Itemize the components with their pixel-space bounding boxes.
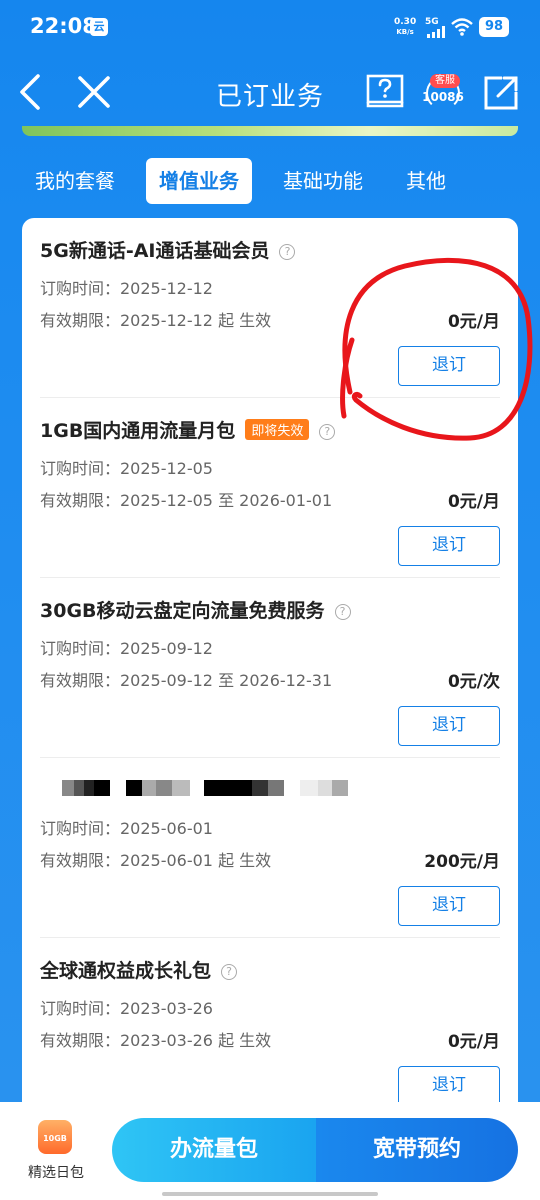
service-item: 全球通权益成长礼包? 订购时间：2023-03-26 有效期限：2023-03-…: [22, 938, 518, 1118]
service-title: 30GB移动云盘定向流量免费服务?: [40, 596, 351, 623]
redacted-title: [62, 780, 362, 796]
unsubscribe-button[interactable]: 退订: [398, 706, 500, 746]
valid-period: 有效期限：2025-06-01 起 生效: [40, 851, 272, 870]
buy-traffic-button[interactable]: 办流量包: [112, 1118, 316, 1182]
service-item: 5G新通话-AI通话基础会员? 订购时间：2025-12-12 有效期限：202…: [22, 218, 518, 398]
cloud-app-icon: 云: [90, 18, 108, 36]
expiring-badge: 即将失效: [245, 419, 310, 440]
order-time: 订购时间：2025-12-12: [40, 279, 213, 298]
broadband-booking-button[interactable]: 宽带预约: [316, 1118, 518, 1182]
service-item: 订购时间：2025-06-01 有效期限：2025-06-01 起 生效 200…: [22, 758, 518, 938]
help-book-icon[interactable]: [366, 74, 404, 108]
status-bar: 22:08 云 0.30 KB/s 5G 98: [0, 0, 540, 56]
network-speed: 0.30 KB/s: [394, 17, 416, 37]
service-title-text: 全球通权益成长礼包: [40, 960, 212, 982]
share-icon[interactable]: [482, 74, 520, 112]
valid-period: 有效期限：2025-12-05 至 2026-01-01: [40, 491, 333, 510]
signal-icon: [427, 26, 447, 38]
customer-service-button[interactable]: 客服 10086: [420, 70, 466, 118]
service-price: 0元/月: [447, 312, 500, 332]
help-icon[interactable]: ?: [319, 424, 336, 440]
home-indicator[interactable]: [162, 1192, 378, 1196]
back-icon[interactable]: [14, 72, 50, 112]
help-icon[interactable]: ?: [221, 964, 238, 980]
close-icon[interactable]: [74, 72, 114, 112]
help-icon[interactable]: ?: [279, 244, 296, 260]
page-title: 已订业务: [215, 82, 324, 112]
wifi-icon: [451, 18, 473, 36]
unsubscribe-button[interactable]: 退订: [398, 1066, 500, 1106]
service-title: 全球通权益成长礼包?: [40, 956, 238, 983]
network-speed-value: 0.30: [394, 17, 417, 27]
service-price: 0元/次: [447, 672, 500, 692]
service-price: 200元/月: [424, 852, 500, 872]
tab-value-added[interactable]: 增值业务: [146, 158, 252, 204]
service-title-text: 1GB国内通用流量月包: [40, 420, 236, 442]
service-item: 1GB国内通用流量月包 即将失效? 订购时间：2025-12-05 有效期限：20…: [22, 398, 518, 578]
valid-period: 有效期限：2025-12-12 起 生效: [40, 311, 272, 330]
valid-period: 有效期限：2025-09-12 至 2026-12-31: [40, 671, 333, 690]
tab-my-plan[interactable]: 我的套餐: [22, 158, 128, 204]
help-icon[interactable]: ?: [334, 604, 351, 620]
shopping-bag-icon: 10GB: [38, 1120, 72, 1154]
customer-service-number: 10086: [422, 90, 464, 104]
status-time: 22:08: [30, 14, 97, 38]
service-list: 5G新通话-AI通话基础会员? 订购时间：2025-12-12 有效期限：202…: [22, 218, 518, 1118]
header: 已订业务 客服 10086: [0, 60, 540, 130]
category-tabs: 我的套餐 增值业务 基础功能 其他: [22, 158, 522, 204]
network-speed-unit: KB/s: [396, 28, 414, 36]
service-price: 0元/月: [447, 492, 500, 512]
unsubscribe-button[interactable]: 退订: [398, 886, 500, 926]
daily-pick-label: 精选日包: [28, 1165, 84, 1181]
valid-period: 有效期限：2023-03-26 起 生效: [40, 1031, 272, 1050]
service-title: 1GB国内通用流量月包 即将失效?: [40, 416, 336, 443]
service-title: 5G新通话-AI通话基础会员?: [40, 236, 296, 263]
tab-other[interactable]: 其他: [394, 158, 458, 204]
unsubscribe-button[interactable]: 退订: [398, 346, 500, 386]
service-title-text: 30GB移动云盘定向流量免费服务: [40, 600, 325, 622]
service-price: 0元/月: [447, 1032, 500, 1052]
bottom-bar: 10GB 精选日包 办流量包 宽带预约: [0, 1102, 540, 1200]
battery-icon: 98: [479, 17, 509, 37]
page: 22:08 云 0.30 KB/s 5G 98 已订业务 客服 10086 我的…: [0, 0, 540, 1200]
banner-strip[interactable]: [22, 126, 518, 136]
order-time: 订购时间：2025-06-01: [40, 819, 213, 838]
order-time: 订购时间：2023-03-26: [40, 999, 213, 1018]
service-title-text: 5G新通话-AI通话基础会员: [40, 240, 270, 262]
order-time: 订购时间：2025-09-12: [40, 639, 213, 658]
customer-service-badge: 客服: [430, 74, 460, 88]
tab-basic-functions[interactable]: 基础功能: [270, 158, 376, 204]
order-time: 订购时间：2025-12-05: [40, 459, 213, 478]
service-item: 30GB移动云盘定向流量免费服务? 订购时间：2025-09-12 有效期限：2…: [22, 578, 518, 758]
unsubscribe-button[interactable]: 退订: [398, 526, 500, 566]
daily-pick-button[interactable]: 10GB 精选日包: [18, 1120, 94, 1184]
